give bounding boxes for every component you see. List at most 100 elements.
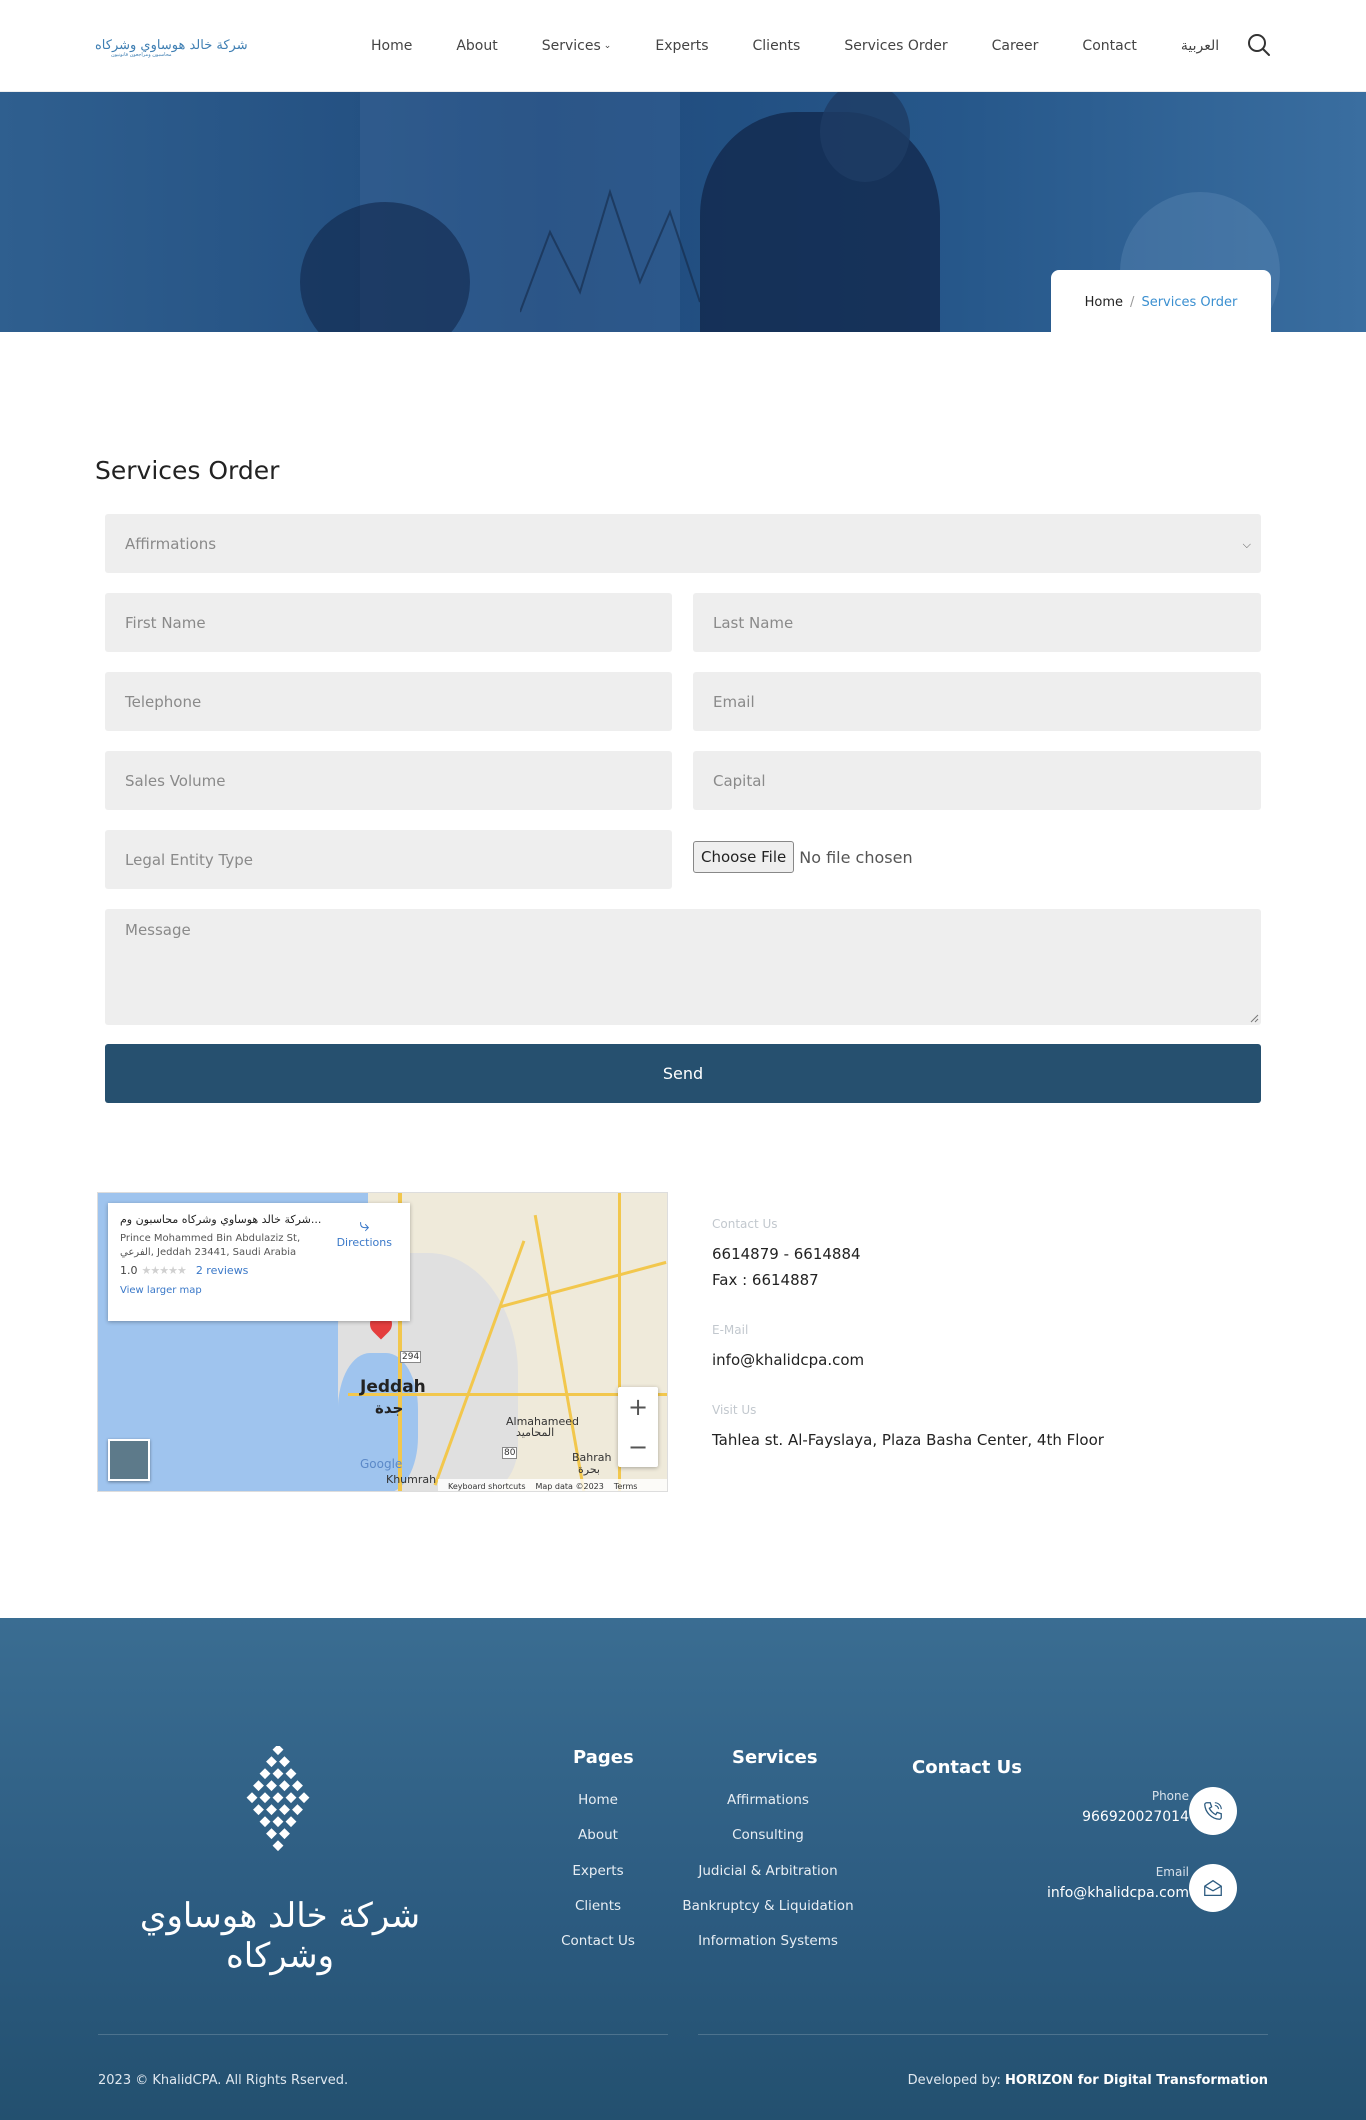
- file-upload: Choose File No file chosen: [693, 841, 913, 873]
- footer-divider-right: [698, 2034, 1268, 2035]
- directions-button[interactable]: ⤷ Directions: [337, 1215, 392, 1249]
- site-logo[interactable]: شركة خالد هوساوي وشركاه محاسبون ومراجعون…: [95, 28, 248, 62]
- telephone-placeholder: Telephone: [125, 692, 202, 711]
- chevron-down-icon: ⌵: [1242, 538, 1251, 551]
- footer-service-judicial[interactable]: Judicial & Arbitration: [667, 1863, 869, 1898]
- logo-diamond: [279, 1756, 290, 1768]
- footer-logo[interactable]: شركة خالد هوساوي وشركاه: [110, 1746, 450, 1976]
- view-larger-map-link[interactable]: View larger map: [120, 1285, 398, 1296]
- logo-text: شركة خالد هوساوي وشركاه: [95, 37, 248, 53]
- logo-diamond: [253, 1804, 264, 1816]
- contact-address: Tahlea st. Al-Fayslaya, Plaza Basha Cent…: [712, 1431, 1104, 1449]
- footer-email: Email info@khalidcpa.com: [1047, 1865, 1189, 1901]
- keyboard-shortcuts-link[interactable]: Keyboard shortcuts: [448, 1482, 525, 1491]
- file-status: No file chosen: [799, 847, 913, 867]
- footer-service-affirmations[interactable]: Affirmations: [667, 1792, 869, 1827]
- nav-about[interactable]: About: [456, 38, 497, 54]
- zoom-out-button[interactable]: −: [618, 1427, 658, 1467]
- footer-services-title: Services: [732, 1747, 818, 1768]
- logo-diamond: [272, 1746, 284, 1756]
- footer-logo-text: شركة خالد هوساوي وشركاه: [139, 1896, 421, 1976]
- breadcrumb-current: Services Order: [1141, 294, 1238, 310]
- footer-service-consulting[interactable]: Consulting: [667, 1827, 869, 1862]
- developed-by-label: Developed by:: [907, 2073, 1001, 2088]
- map-road-badge-294: 294: [400, 1351, 422, 1363]
- contact-info: Contact Us 6614879 - 6614884 Fax : 66148…: [712, 1192, 1104, 1449]
- footer-service-information-systems[interactable]: Information Systems: [667, 1933, 869, 1968]
- sales-volume-placeholder: Sales Volume: [125, 771, 226, 790]
- email-placeholder: Email: [713, 692, 755, 711]
- nav-career[interactable]: Career: [992, 38, 1039, 54]
- resize-handle-icon[interactable]: [1249, 1013, 1259, 1023]
- message-field[interactable]: Message: [105, 909, 1261, 1025]
- services-order-form-section: Services Order Affirmations ⌵ First Name…: [0, 332, 1366, 1192]
- send-button[interactable]: Send: [105, 1044, 1261, 1103]
- search-icon: [1248, 34, 1270, 56]
- google-logo: Google: [360, 1457, 403, 1471]
- breadcrumb-home[interactable]: Home: [1085, 295, 1123, 310]
- service-select[interactable]: Affirmations ⌵: [105, 514, 1261, 573]
- footer-divider-left: [98, 2034, 668, 2035]
- map-rating: 1.0 ★★★★★ 2 reviews: [120, 1264, 398, 1277]
- google-map[interactable]: Jeddah جدة 294 80 Almahameed المحاميد Ba…: [97, 1192, 668, 1492]
- footer-link-experts[interactable]: Experts: [548, 1863, 648, 1898]
- nav-services[interactable]: Services ⌄: [542, 38, 612, 54]
- logo-diamond: [272, 1816, 284, 1828]
- logo-diamond: [259, 1816, 271, 1828]
- telephone-field[interactable]: Telephone: [105, 672, 672, 731]
- nav-contact[interactable]: Contact: [1082, 38, 1136, 54]
- map-road: [500, 1260, 667, 1309]
- first-name-field[interactable]: First Name: [105, 593, 672, 652]
- terms-link[interactable]: Terms: [614, 1482, 638, 1491]
- footer-link-home[interactable]: Home: [548, 1792, 648, 1827]
- nav-clients[interactable]: Clients: [753, 38, 801, 54]
- logo-diamond: [285, 1792, 297, 1804]
- site-header: شركة خالد هوساوي وشركاه محاسبون ومراجعون…: [0, 0, 1366, 92]
- last-name-field[interactable]: Last Name: [693, 593, 1261, 652]
- capital-field[interactable]: Capital: [693, 751, 1261, 810]
- footer-phone-value[interactable]: 966920027014: [1082, 1809, 1189, 1825]
- footer-service-bankruptcy[interactable]: Bankruptcy & Liquidation: [667, 1898, 869, 1933]
- logo-diamond: [253, 1780, 264, 1792]
- map-attribution: Keyboard shortcuts Map data ©2023 Terms: [438, 1479, 667, 1491]
- legal-entity-field[interactable]: Legal Entity Type: [105, 830, 672, 889]
- directions-label: Directions: [336, 1236, 392, 1249]
- search-button[interactable]: [1246, 32, 1272, 58]
- choose-file-button[interactable]: Choose File: [693, 841, 795, 873]
- zoom-in-button[interactable]: +: [618, 1387, 658, 1427]
- nav-home[interactable]: Home: [371, 38, 412, 54]
- email-field[interactable]: Email: [693, 672, 1261, 731]
- logo-diamond: [292, 1804, 303, 1816]
- logo-diamond: [272, 1792, 284, 1804]
- sales-volume-field[interactable]: Sales Volume: [105, 751, 672, 810]
- breadcrumb-separator: /: [1130, 294, 1135, 310]
- phone-button[interactable]: [1189, 1787, 1237, 1835]
- logo-diamond: [272, 1768, 284, 1780]
- capital-placeholder: Capital: [713, 771, 766, 790]
- map-road-badge-80: 80: [502, 1447, 518, 1459]
- map-city-label: Jeddah: [360, 1377, 426, 1397]
- contact-fax: Fax : 6614887: [712, 1271, 819, 1289]
- map-label-bahrah-arabic: بحرة: [578, 1463, 600, 1476]
- nav-services-order[interactable]: Services Order: [844, 38, 947, 54]
- hero-chart-lines: [520, 188, 700, 313]
- footer-phone-label: Phone: [1151, 1789, 1189, 1803]
- footer-email-value[interactable]: info@khalidcpa.com: [1047, 1885, 1189, 1901]
- email-button[interactable]: [1189, 1864, 1237, 1912]
- footer-link-clients[interactable]: Clients: [548, 1898, 648, 1933]
- main-nav: Home About Services ⌄ Experts Clients Ser…: [371, 0, 1219, 92]
- footer-link-about[interactable]: About: [548, 1827, 648, 1862]
- nav-language-arabic[interactable]: العربية: [1181, 38, 1219, 54]
- site-footer: شركة خالد هوساوي وشركاه Pages Home About…: [0, 1618, 1366, 2120]
- logo-diamond: [266, 1828, 277, 1840]
- developer-link[interactable]: HORIZON for Digital Transformation: [1005, 2073, 1268, 2088]
- footer-services-list: Affirmations Consulting Judicial & Arbit…: [667, 1792, 869, 1968]
- message-placeholder: Message: [125, 921, 191, 939]
- logo-diamond: [298, 1792, 310, 1804]
- nav-experts[interactable]: Experts: [655, 38, 708, 54]
- satellite-toggle[interactable]: [108, 1439, 150, 1481]
- footer-link-contact[interactable]: Contact Us: [548, 1933, 648, 1968]
- contact-email[interactable]: info@khalidcpa.com: [712, 1351, 1104, 1369]
- reviews-link[interactable]: 2 reviews: [196, 1264, 249, 1277]
- map-lagoon: [338, 1353, 418, 1491]
